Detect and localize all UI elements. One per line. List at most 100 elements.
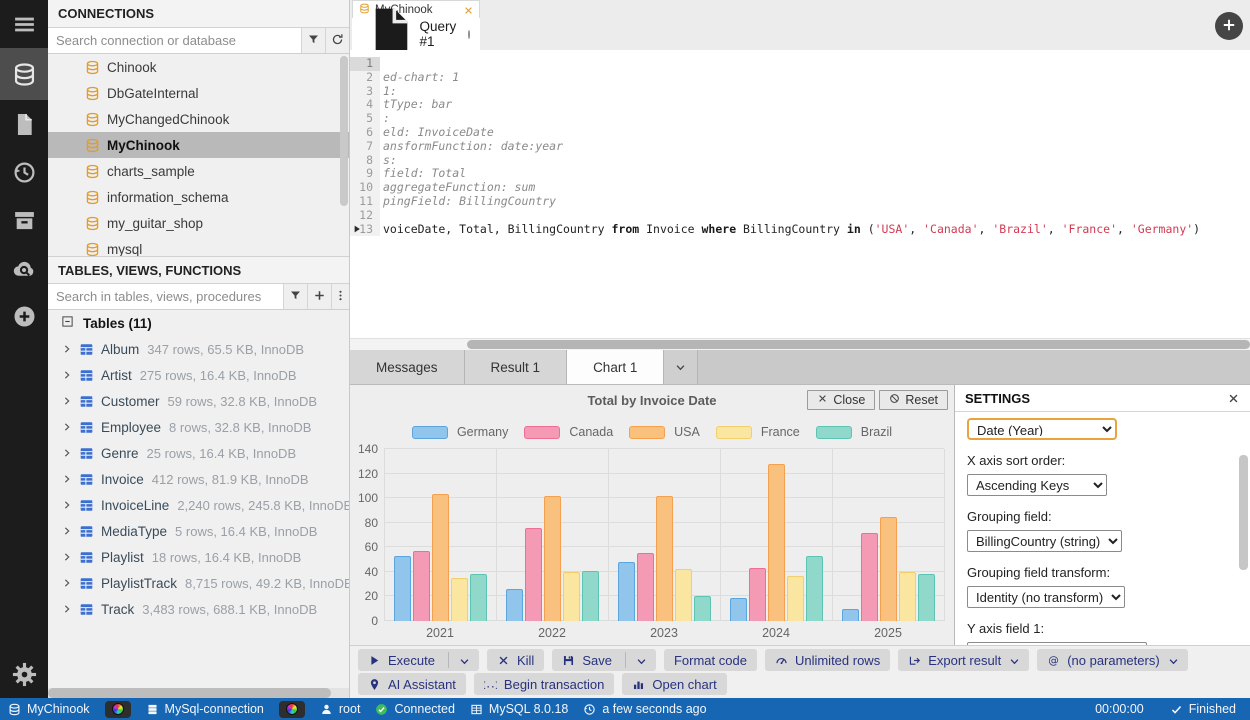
- bar-france-2024[interactable]: [786, 575, 804, 621]
- left-panel-hscrollbar[interactable]: [48, 688, 349, 698]
- statusbar-connection-color-badge[interactable]: [278, 700, 305, 718]
- expand-chevron-icon[interactable]: [61, 603, 73, 615]
- statusbar-connection[interactable]: MySql-connection: [146, 702, 264, 716]
- bar-brazil-2023[interactable]: [693, 596, 711, 621]
- connection-item-my_guitar_shop[interactable]: my_guitar_shop: [48, 210, 349, 236]
- activity-archive[interactable]: [0, 196, 48, 244]
- expand-chevron-icon[interactable]: [61, 473, 73, 485]
- bar-canada-2024[interactable]: [748, 568, 766, 621]
- tables-search-input[interactable]: [48, 284, 283, 309]
- unlimited-rows-button[interactable]: Unlimited rows: [764, 649, 891, 671]
- result-tab-result-1[interactable]: Result 1: [464, 350, 568, 384]
- ai-assistant-button[interactable]: AI Assistant: [358, 673, 466, 695]
- statusbar-connection-status[interactable]: Connected: [375, 702, 455, 716]
- activity-menu[interactable]: [0, 0, 48, 48]
- connections-refresh-button[interactable]: [325, 28, 349, 53]
- open-chart-button[interactable]: Open chart: [622, 673, 727, 695]
- legend-item-brazil[interactable]: Brazil: [815, 425, 892, 439]
- table-item-mediatype[interactable]: MediaType 5 rows, 16.4 KB, InnoDB: [48, 518, 349, 544]
- connection-item-charts_sample[interactable]: charts_sample: [48, 158, 349, 184]
- bar-germany-2023[interactable]: [617, 562, 635, 621]
- activity-history[interactable]: [0, 148, 48, 196]
- expand-chevron-icon[interactable]: [61, 395, 73, 407]
- expand-chevron-icon[interactable]: [61, 577, 73, 589]
- connection-item-mychangedchinook[interactable]: MyChangedChinook: [48, 106, 349, 132]
- activity-files[interactable]: [0, 100, 48, 148]
- close-tab-group-icon[interactable]: [463, 5, 473, 15]
- bar-germany-2025[interactable]: [841, 608, 859, 621]
- kill-button[interactable]: Kill: [486, 649, 545, 671]
- y-axis-field-1-select[interactable]: Total (number): [967, 642, 1147, 645]
- x-axis-sort-order-select[interactable]: Ascending Keys: [967, 474, 1107, 496]
- bar-usa-2021[interactable]: [431, 494, 449, 621]
- bar-usa-2023[interactable]: [655, 495, 673, 621]
- bar-germany-2022[interactable]: [505, 589, 523, 621]
- begin-transaction-button[interactable]: {..} Begin transaction: [473, 673, 615, 695]
- statusbar-database[interactable]: MyChinook: [8, 702, 90, 716]
- connection-item-information_schema[interactable]: information_schema: [48, 184, 349, 210]
- bar-usa-2024[interactable]: [767, 463, 785, 621]
- tables-filter-button[interactable]: [283, 284, 307, 309]
- tables-group[interactable]: Tables (11): [48, 310, 349, 336]
- legend-item-germany[interactable]: Germany: [411, 425, 508, 439]
- connections-search-input[interactable]: [48, 28, 301, 53]
- expand-chevron-icon[interactable]: [61, 447, 73, 459]
- chevron-down-icon[interactable]: [458, 655, 469, 666]
- chevron-down-icon[interactable]: [635, 655, 646, 666]
- connections-filter-button[interactable]: [301, 28, 325, 53]
- expand-chevron-icon[interactable]: [61, 499, 73, 511]
- settings-scrollbar[interactable]: [1239, 455, 1248, 570]
- save-button[interactable]: Save: [552, 649, 656, 671]
- table-item-album[interactable]: Album 347 rows, 65.5 KB, InnoDB: [48, 336, 349, 362]
- bar-brazil-2021[interactable]: [469, 574, 487, 621]
- activity-add-connection[interactable]: [0, 292, 48, 340]
- bar-france-2021[interactable]: [450, 578, 468, 621]
- statusbar-user[interactable]: root: [320, 702, 360, 716]
- result-tab-chart-1[interactable]: Chart 1: [567, 350, 665, 384]
- editor-hscrollbar[interactable]: [350, 338, 1250, 350]
- table-item-playlist[interactable]: Playlist 18 rows, 16.4 KB, InnoDB: [48, 544, 349, 570]
- result-tab-messages[interactable]: Messages: [350, 350, 465, 384]
- bar-usa-2025[interactable]: [879, 516, 897, 621]
- bar-brazil-2024[interactable]: [805, 555, 823, 621]
- connection-item-dbgateinternal[interactable]: DbGateInternal: [48, 80, 349, 106]
- grouping-field-select[interactable]: BillingCountry (string): [967, 530, 1122, 552]
- connections-scrollbar[interactable]: [340, 56, 348, 206]
- bar-france-2025[interactable]: [898, 571, 916, 621]
- x-axis-transform-select[interactable]: Date (Year): [967, 418, 1117, 440]
- statusbar-database-color-badge[interactable]: [104, 700, 131, 718]
- chart-reset-button[interactable]: Reset: [879, 390, 948, 410]
- table-item-employee[interactable]: Employee 8 rows, 32.8 KB, InnoDB: [48, 414, 349, 440]
- legend-item-france[interactable]: France: [715, 425, 800, 439]
- tab-query-1[interactable]: Query #1: [352, 8, 480, 57]
- expand-chevron-icon[interactable]: [61, 369, 73, 381]
- expand-chevron-icon[interactable]: [61, 525, 73, 537]
- connection-item-mysql[interactable]: mysql: [48, 236, 349, 256]
- grouping-field-transform-select[interactable]: Identity (no transform): [967, 586, 1125, 608]
- bar-germany-2024[interactable]: [729, 597, 747, 621]
- parameters-button[interactable]: @ (no parameters): [1037, 649, 1188, 671]
- table-item-artist[interactable]: Artist 275 rows, 16.4 KB, InnoDB: [48, 362, 349, 388]
- tables-menu-button[interactable]: [331, 284, 349, 309]
- legend-item-usa[interactable]: USA: [629, 425, 700, 439]
- new-tab-button[interactable]: [1215, 12, 1243, 40]
- sql-editor[interactable]: 1 2 ed-chart: 1 3 1: 4 tType: bar 5:6 eld: Invoi…: [350, 50, 1250, 338]
- table-item-playlisttrack[interactable]: PlaylistTrack 8,715 rows, 49.2 KB, InnoDB: [48, 570, 349, 596]
- expand-chevron-icon[interactable]: [61, 421, 73, 433]
- bar-germany-2021[interactable]: [393, 555, 411, 621]
- bar-france-2023[interactable]: [674, 569, 692, 621]
- statusbar-last-executed[interactable]: a few seconds ago: [583, 702, 707, 716]
- tables-add-button[interactable]: [307, 284, 331, 309]
- export-result-button[interactable]: Export result: [898, 649, 1030, 671]
- chart-close-button[interactable]: Close: [807, 390, 876, 410]
- result-tab-dropdown-button[interactable]: [664, 350, 699, 384]
- table-item-genre[interactable]: Genre 25 rows, 16.4 KB, InnoDB: [48, 440, 349, 466]
- execute-button[interactable]: Execute: [358, 649, 479, 671]
- bar-canada-2021[interactable]: [412, 550, 430, 621]
- statusbar-server-version[interactable]: MySQL 8.0.18: [470, 702, 568, 716]
- connection-item-chinook[interactable]: Chinook: [48, 54, 349, 80]
- bar-canada-2022[interactable]: [524, 527, 542, 621]
- bar-canada-2025[interactable]: [860, 532, 878, 621]
- settings-close-icon[interactable]: [1227, 392, 1240, 405]
- table-item-track[interactable]: Track 3,483 rows, 688.1 KB, InnoDB: [48, 596, 349, 622]
